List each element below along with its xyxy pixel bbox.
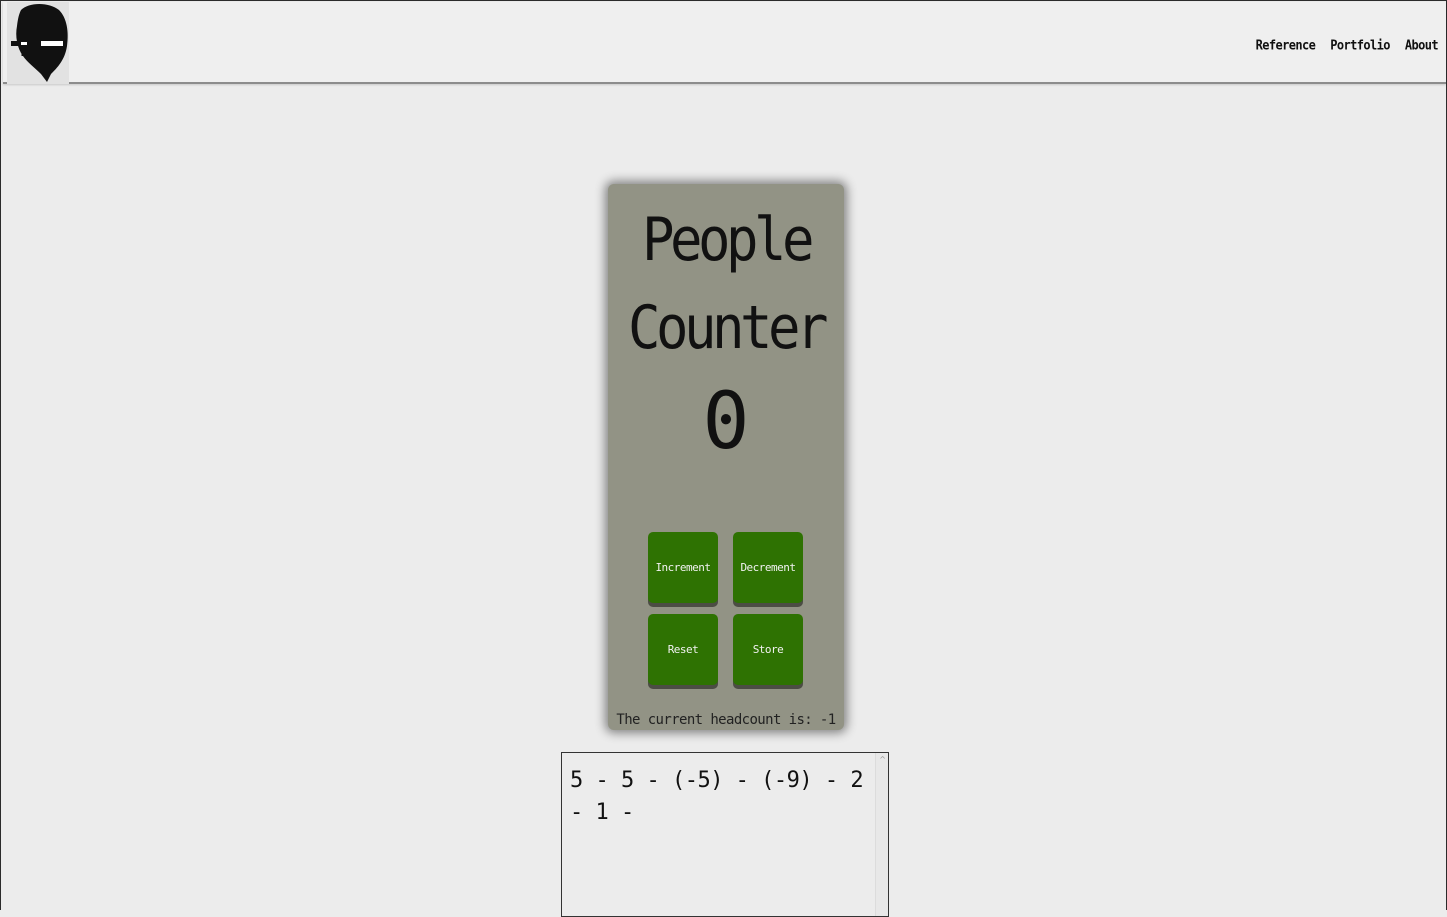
counter-title-line1: People xyxy=(641,205,815,275)
headcount-status: The current headcount is: -1 xyxy=(616,712,836,728)
stored-log-textarea[interactable]: 5 - 5 - (-5) - (-9) - 2 - 1 - ^ xyxy=(561,752,889,917)
top-navbar: Reference Portfolio About xyxy=(3,2,1446,84)
counter-value: 0 xyxy=(702,377,750,467)
counter-title-line2: Counter xyxy=(627,293,829,363)
nav-link-reference[interactable]: Reference xyxy=(1256,37,1316,52)
reset-button[interactable]: Reset xyxy=(648,614,718,685)
people-counter-card: People Counter 0 Increment Decrement Res… xyxy=(608,184,844,730)
main-nav: Reference Portfolio About xyxy=(1256,37,1439,52)
nav-link-about[interactable]: About xyxy=(1405,37,1439,52)
site-logo[interactable] xyxy=(7,2,69,84)
decrement-button[interactable]: Decrement xyxy=(733,532,803,603)
plus-minus-head-icon xyxy=(11,4,68,82)
store-button[interactable]: Store xyxy=(733,614,803,685)
page-frame: Reference Portfolio About People Counter… xyxy=(0,0,1447,917)
nav-link-portfolio[interactable]: Portfolio xyxy=(1330,37,1390,52)
counter-title: People Counter xyxy=(620,196,832,372)
scroll-up-icon[interactable]: ^ xyxy=(879,755,886,764)
stored-log-text: 5 - 5 - (-5) - (-9) - 2 - 1 - xyxy=(570,768,876,825)
log-scrollbar[interactable]: ^ xyxy=(875,753,888,916)
increment-button[interactable]: Increment xyxy=(648,532,718,603)
